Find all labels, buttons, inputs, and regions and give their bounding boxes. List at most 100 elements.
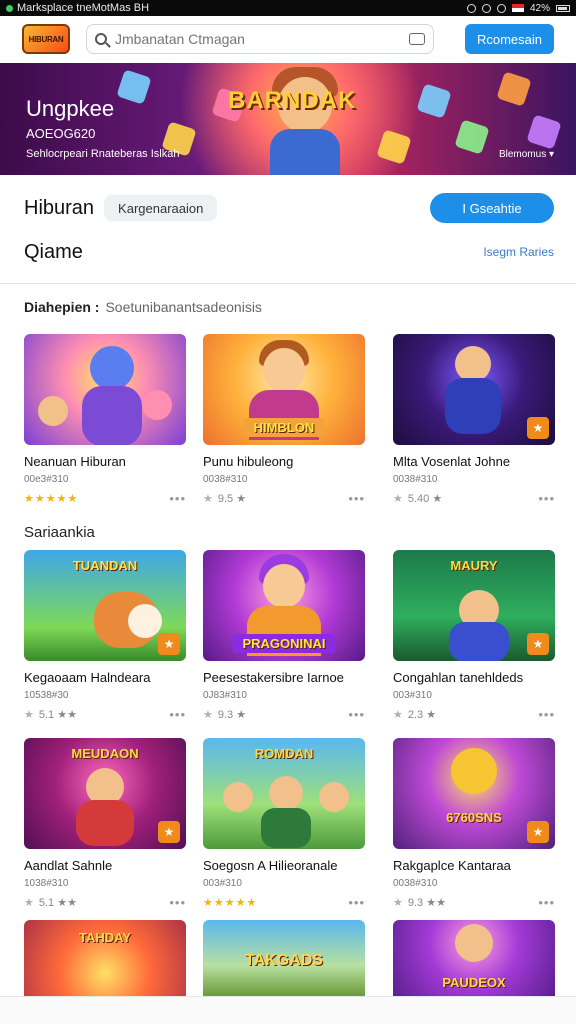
game-logo-text: HIMBLON — [243, 418, 325, 437]
game-thumbnail[interactable]: MAURY ★ — [393, 550, 555, 661]
game-card[interactable]: ★ Mlta Vosenlat Johne 0038#310 ★ 5.40 ★ … — [393, 334, 555, 506]
section-action-button[interactable]: I Gseahtie — [430, 193, 554, 223]
game-card[interactable]: Neanuan Hiburan 00e3#310 ★★★★★ ••• — [24, 334, 186, 506]
game-corner-badge: ★ — [158, 633, 180, 655]
status-bar-title: Marksplace tneMotMas BH — [17, 2, 150, 14]
banner-character — [250, 63, 360, 175]
game-card[interactable]: ROMDAN Soegosn A Hilieoranale 003#310 ★★… — [203, 738, 365, 910]
game-logo-text: PAUDEOX — [442, 975, 506, 990]
decor-tile — [454, 119, 490, 155]
star-rating-icon: ★★★★★ — [24, 493, 79, 505]
decor-tile — [526, 114, 562, 150]
game-title: Punu hibuleong — [203, 454, 294, 469]
game-card[interactable]: TAHDAY — [24, 920, 186, 996]
game-corner-badge: ★ — [527, 417, 549, 439]
game-corner-badge: ★ — [527, 821, 549, 843]
game-thumbnail[interactable]: MEUDAON ★ — [24, 738, 186, 849]
flag-icon — [511, 4, 524, 12]
game-thumbnail[interactable]: 6760SNS ★ — [393, 738, 555, 849]
section-hiburan-header: Hiburan Kargenaraaion I Gseahtie — [24, 193, 554, 223]
wifi-icon — [496, 3, 506, 13]
section-title: Hiburan — [24, 196, 95, 219]
divider — [0, 283, 576, 284]
app-logo[interactable]: HIBURAN — [22, 24, 70, 54]
more-options-icon[interactable]: ••• — [169, 707, 186, 722]
filter-row[interactable]: Diahepien : Soetunibanantsadeonisis — [24, 299, 262, 315]
more-options-icon[interactable]: ••• — [348, 895, 365, 910]
game-title: Kegaoaam Halndeara — [24, 670, 151, 685]
bottom-bar — [0, 996, 576, 1024]
game-subtitle: 0038#310 — [393, 878, 438, 889]
game-thumbnail[interactable]: TAKGADS — [203, 920, 365, 996]
rating-value: 2.3 ★ — [407, 709, 437, 721]
game-title: Peesestakersibre Iarnoe — [203, 670, 344, 685]
star-icon: ★ — [393, 709, 404, 721]
banner-more-link[interactable]: Blemomus ▾ — [499, 149, 554, 160]
clear-icon[interactable] — [409, 33, 425, 45]
banner-code: AOEOG620 — [26, 126, 96, 141]
more-options-icon[interactable]: ••• — [348, 707, 365, 722]
star-icon: ★ — [24, 709, 35, 721]
game-thumbnail[interactable] — [24, 334, 186, 445]
see-all-link[interactable]: Isegm Raries — [483, 245, 554, 259]
game-logo-text: TAHDAY — [78, 930, 132, 945]
game-thumbnail[interactable]: PAUDEOX — [393, 920, 555, 996]
rating-value: 9.3 ★ — [217, 709, 247, 721]
game-logo-text: MAURY — [450, 558, 498, 573]
game-subtitle: 0J83#310 — [203, 690, 247, 701]
game-subtitle: 0038#310 — [203, 474, 248, 485]
game-card[interactable]: HIMBLON Punu hibuleong 0038#310 ★ 9.5 ★ … — [203, 334, 365, 506]
star-icon: ★ — [203, 493, 214, 505]
game-subtitle: 0038#310 — [393, 474, 438, 485]
game-thumbnail[interactable]: ★ — [393, 334, 555, 445]
decor-tile — [116, 69, 152, 105]
search-bar[interactable] — [86, 24, 434, 54]
game-section-title: Qiame — [24, 240, 83, 263]
game-thumbnail[interactable]: TAHDAY — [24, 920, 186, 996]
game-title: Rakgaplce Kantaraa — [393, 858, 511, 873]
star-icon: ★ — [24, 897, 35, 909]
game-thumbnail[interactable]: HIMBLON — [203, 334, 365, 445]
star-rating-icon: ★★★★★ — [203, 897, 258, 909]
game-logo-text: ROMDAN — [254, 746, 314, 761]
search-input[interactable] — [115, 31, 401, 47]
game-logo-text: TUANDAN — [72, 558, 138, 573]
game-subtitle: 003#310 — [393, 690, 432, 701]
more-options-icon[interactable]: ••• — [538, 707, 555, 722]
game-title: Neanuan Hiburan — [24, 454, 126, 469]
more-options-icon[interactable]: ••• — [348, 491, 365, 506]
game-card[interactable]: TAKGADS — [203, 920, 365, 996]
star-icon: ★ — [203, 709, 214, 721]
app-header: HIBURAN Rcomesain — [0, 16, 576, 62]
battery-icon — [556, 4, 570, 12]
settings-icon — [466, 3, 476, 13]
notification-dot-icon — [6, 4, 13, 12]
game-thumbnail[interactable]: PRAGONINAI — [203, 550, 365, 661]
hero-banner[interactable]: BARNDAK Ungpkee AOEOG620 Sehlocrpeari Rn… — [0, 63, 576, 175]
more-options-icon[interactable]: ••• — [169, 895, 186, 910]
rating-value: 5.40 ★ — [407, 493, 443, 505]
header-action-button[interactable]: Rcomesain — [464, 24, 554, 54]
game-title: Mlta Vosenlat Johne — [393, 454, 511, 469]
game-card[interactable]: PAUDEOX — [393, 920, 555, 996]
rating-value: 9.3 ★★ — [407, 897, 446, 909]
category-label: Sariaankia — [24, 524, 95, 541]
category-chip[interactable]: Kargenaraaion — [104, 195, 218, 221]
game-card[interactable]: MAURY ★ Congahlan tanehldeds 003#310 ★ 2… — [393, 550, 555, 722]
more-options-icon[interactable]: ••• — [538, 491, 555, 506]
game-card[interactable]: 6760SNS ★ Rakgaplce Kantaraa 0038#310 ★ … — [393, 738, 555, 910]
game-thumbnail[interactable]: TUANDAN ★ — [24, 550, 186, 661]
more-options-icon[interactable]: ••• — [538, 895, 555, 910]
rating-value: 9.5 ★ — [217, 493, 247, 505]
game-card[interactable]: TUANDAN ★ Kegaoaam Halndeara 10538#30 ★ … — [24, 550, 186, 722]
alarm-icon — [481, 3, 491, 13]
game-title: Aandlat Sahnle — [24, 858, 113, 873]
filter-value[interactable]: Soetunibanantsadeonisis — [105, 299, 261, 315]
banner-heading: Ungpkee — [26, 96, 115, 121]
game-card[interactable]: PRAGONINAI Peesestakersibre Iarnoe 0J83#… — [203, 550, 365, 722]
game-card[interactable]: MEUDAON ★ Aandlat Sahnle 1038#310 ★ 5.1 … — [24, 738, 186, 910]
game-corner-badge: ★ — [527, 633, 549, 655]
more-options-icon[interactable]: ••• — [169, 491, 186, 506]
rating-value: 5.1 ★★ — [38, 709, 77, 721]
game-thumbnail[interactable]: ROMDAN — [203, 738, 365, 849]
